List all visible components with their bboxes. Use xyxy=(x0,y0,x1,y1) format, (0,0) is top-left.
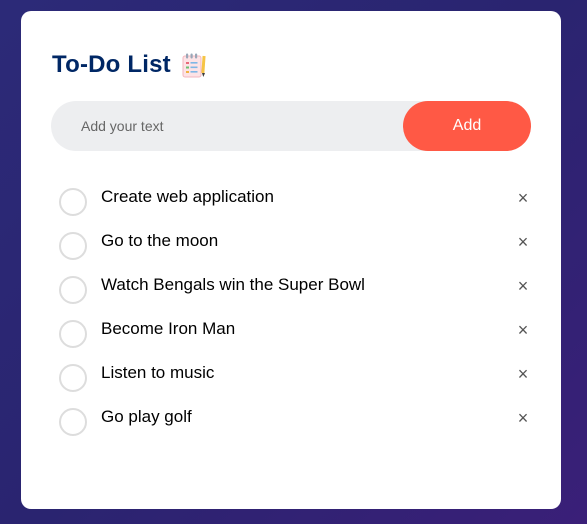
task-label: Become Iron Man xyxy=(101,319,236,338)
close-icon[interactable]: × xyxy=(511,406,535,430)
close-icon[interactable]: × xyxy=(511,318,535,342)
task-checkbox[interactable] xyxy=(59,364,87,392)
task-item[interactable]: Watch Bengals win the Super Bowl × xyxy=(59,270,529,314)
task-checkbox[interactable] xyxy=(59,188,87,216)
close-icon[interactable]: × xyxy=(511,274,535,298)
title-row: To-Do List xyxy=(52,51,207,79)
task-list: Create web application × Go to the moon × Wa… xyxy=(59,182,529,446)
task-checkbox[interactable] xyxy=(59,232,87,260)
task-item[interactable]: Create web application × xyxy=(59,182,529,226)
task-item[interactable]: Become Iron Man × xyxy=(59,314,529,358)
close-icon[interactable]: × xyxy=(511,362,535,386)
task-label: Go play golf xyxy=(101,407,192,426)
add-task-form: Add xyxy=(51,101,531,151)
task-item[interactable]: Listen to music × xyxy=(59,358,529,402)
task-label: Create web application xyxy=(101,187,274,206)
task-item[interactable]: Go to the moon × xyxy=(59,226,529,270)
close-icon[interactable]: × xyxy=(511,186,535,210)
task-label: Go to the moon xyxy=(101,231,219,250)
task-checkbox[interactable] xyxy=(59,408,87,436)
task-input[interactable] xyxy=(51,101,401,151)
notepad-icon xyxy=(181,52,207,78)
task-label: Listen to music xyxy=(101,363,215,382)
task-checkbox[interactable] xyxy=(59,320,87,348)
todo-card: To-Do List Add Create web application×Go… xyxy=(21,11,561,509)
task-label: Watch Bengals win the Super Bowl xyxy=(101,275,365,294)
task-item[interactable]: Go play golf × xyxy=(59,402,529,446)
add-button[interactable]: Add xyxy=(403,101,531,151)
page-title: To-Do List xyxy=(52,51,171,78)
task-checkbox[interactable] xyxy=(59,276,87,304)
close-icon[interactable]: × xyxy=(511,230,535,254)
